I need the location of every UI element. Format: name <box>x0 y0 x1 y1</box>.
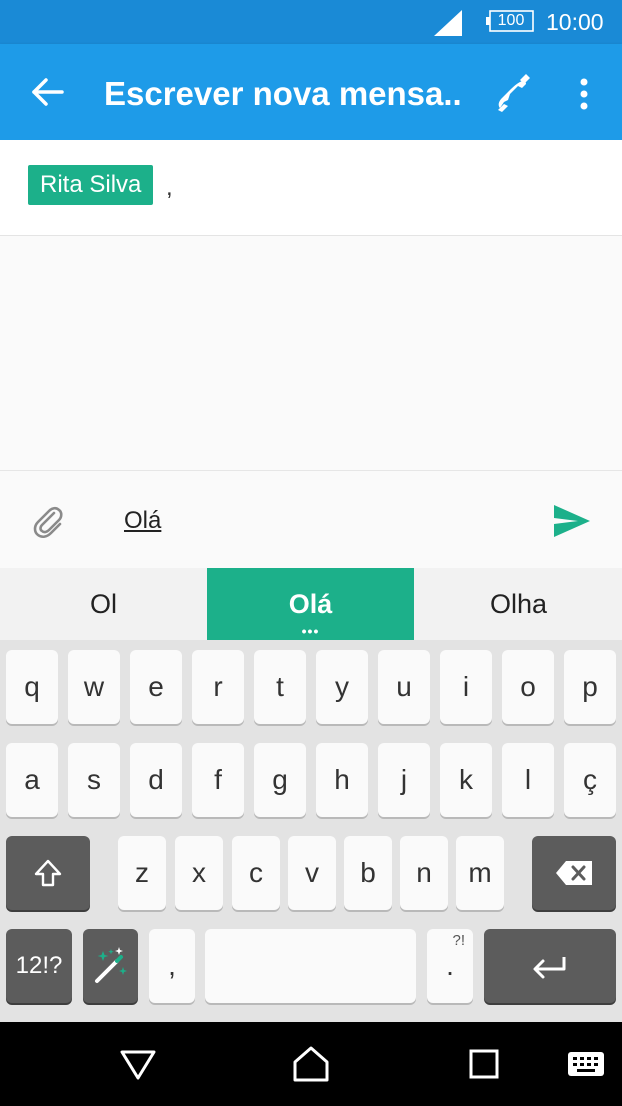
clock: 10:00 <box>546 9 604 35</box>
battery-level: 100 <box>497 12 525 29</box>
keyboard-icon[interactable] <box>566 1048 606 1080</box>
suggestion-label: Olá <box>288 589 333 619</box>
key-u[interactable]: u <box>378 650 430 724</box>
recipient-separator: , <box>166 174 173 201</box>
key-f[interactable]: f <box>192 743 244 817</box>
key-z[interactable]: z <box>118 836 166 910</box>
send-icon[interactable] <box>552 503 592 539</box>
shift-key[interactable] <box>6 836 90 910</box>
key-d[interactable]: d <box>130 743 182 817</box>
suggestion-strip: Ol Olá ••• Olha <box>0 568 622 640</box>
suggestion-item[interactable]: Olha <box>415 568 622 640</box>
key-o[interactable]: o <box>502 650 554 724</box>
compose-bar: Olá <box>0 470 622 568</box>
key-n[interactable]: n <box>400 836 448 910</box>
backspace-key[interactable] <box>532 836 616 910</box>
magic-wand-icon <box>94 947 127 983</box>
app-bar: Escrever nova mensa... <box>0 44 622 140</box>
conversation-area <box>0 236 622 470</box>
keyboard: q w e r t y u i o p a s d f g h j k l ç … <box>0 640 622 1022</box>
key-s[interactable]: s <box>68 743 120 817</box>
key-w[interactable]: w <box>68 650 120 724</box>
message-input[interactable]: Olá <box>124 507 161 535</box>
key-r[interactable]: r <box>192 650 244 724</box>
recipient-chip[interactable]: Rita Silva <box>28 165 154 205</box>
key-a[interactable]: a <box>6 743 58 817</box>
key-c-cedilla[interactable]: ç <box>564 743 616 817</box>
backspace-icon <box>556 861 592 885</box>
paperclip-icon[interactable] <box>30 503 66 539</box>
key-l[interactable]: l <box>502 743 554 817</box>
status-bar: 100 10:00 <box>0 0 622 44</box>
signal-icon <box>434 10 462 36</box>
key-t[interactable]: t <box>254 650 306 724</box>
magic-key[interactable] <box>83 929 138 1003</box>
key-b[interactable]: b <box>344 836 392 910</box>
more-vert-icon[interactable] <box>566 72 602 116</box>
navigation-bar <box>0 1022 622 1106</box>
period-key[interactable]: ?! . <box>427 929 473 1003</box>
enter-icon <box>533 957 566 979</box>
suggestion-item[interactable]: Ol <box>0 568 207 640</box>
key-i[interactable]: i <box>440 650 492 724</box>
key-v[interactable]: v <box>288 836 336 910</box>
triangle-back-icon[interactable] <box>116 1044 160 1084</box>
key-y[interactable]: y <box>316 650 368 724</box>
key-m[interactable]: m <box>456 836 504 910</box>
period-key-alt: ?! <box>452 932 465 949</box>
key-x[interactable]: x <box>175 836 223 910</box>
page-title: Escrever nova mensa... <box>104 75 464 112</box>
home-icon[interactable] <box>289 1044 333 1084</box>
key-e[interactable]: e <box>130 650 182 724</box>
key-c[interactable]: c <box>232 836 280 910</box>
key-j[interactable]: j <box>378 743 430 817</box>
key-h[interactable]: h <box>316 743 368 817</box>
comma-key[interactable]: , <box>149 929 195 1003</box>
recipient-field[interactable]: Rita Silva , <box>0 140 622 236</box>
key-p[interactable]: p <box>564 650 616 724</box>
symbols-key[interactable]: 12!? <box>6 929 72 1003</box>
square-recent-icon[interactable] <box>462 1044 506 1084</box>
suggestion-item-selected[interactable]: Olá ••• <box>207 568 414 640</box>
key-k[interactable]: k <box>440 743 492 817</box>
period-key-label: . <box>446 950 454 981</box>
key-q[interactable]: q <box>6 650 58 724</box>
shift-icon <box>34 859 62 887</box>
phone-icon[interactable] <box>490 72 534 116</box>
space-bar[interactable] <box>205 929 416 1003</box>
enter-key[interactable] <box>484 929 616 1003</box>
back-arrow-icon[interactable] <box>28 72 68 112</box>
more-suggestions-indicator: ••• <box>301 623 320 639</box>
key-g[interactable]: g <box>254 743 306 817</box>
